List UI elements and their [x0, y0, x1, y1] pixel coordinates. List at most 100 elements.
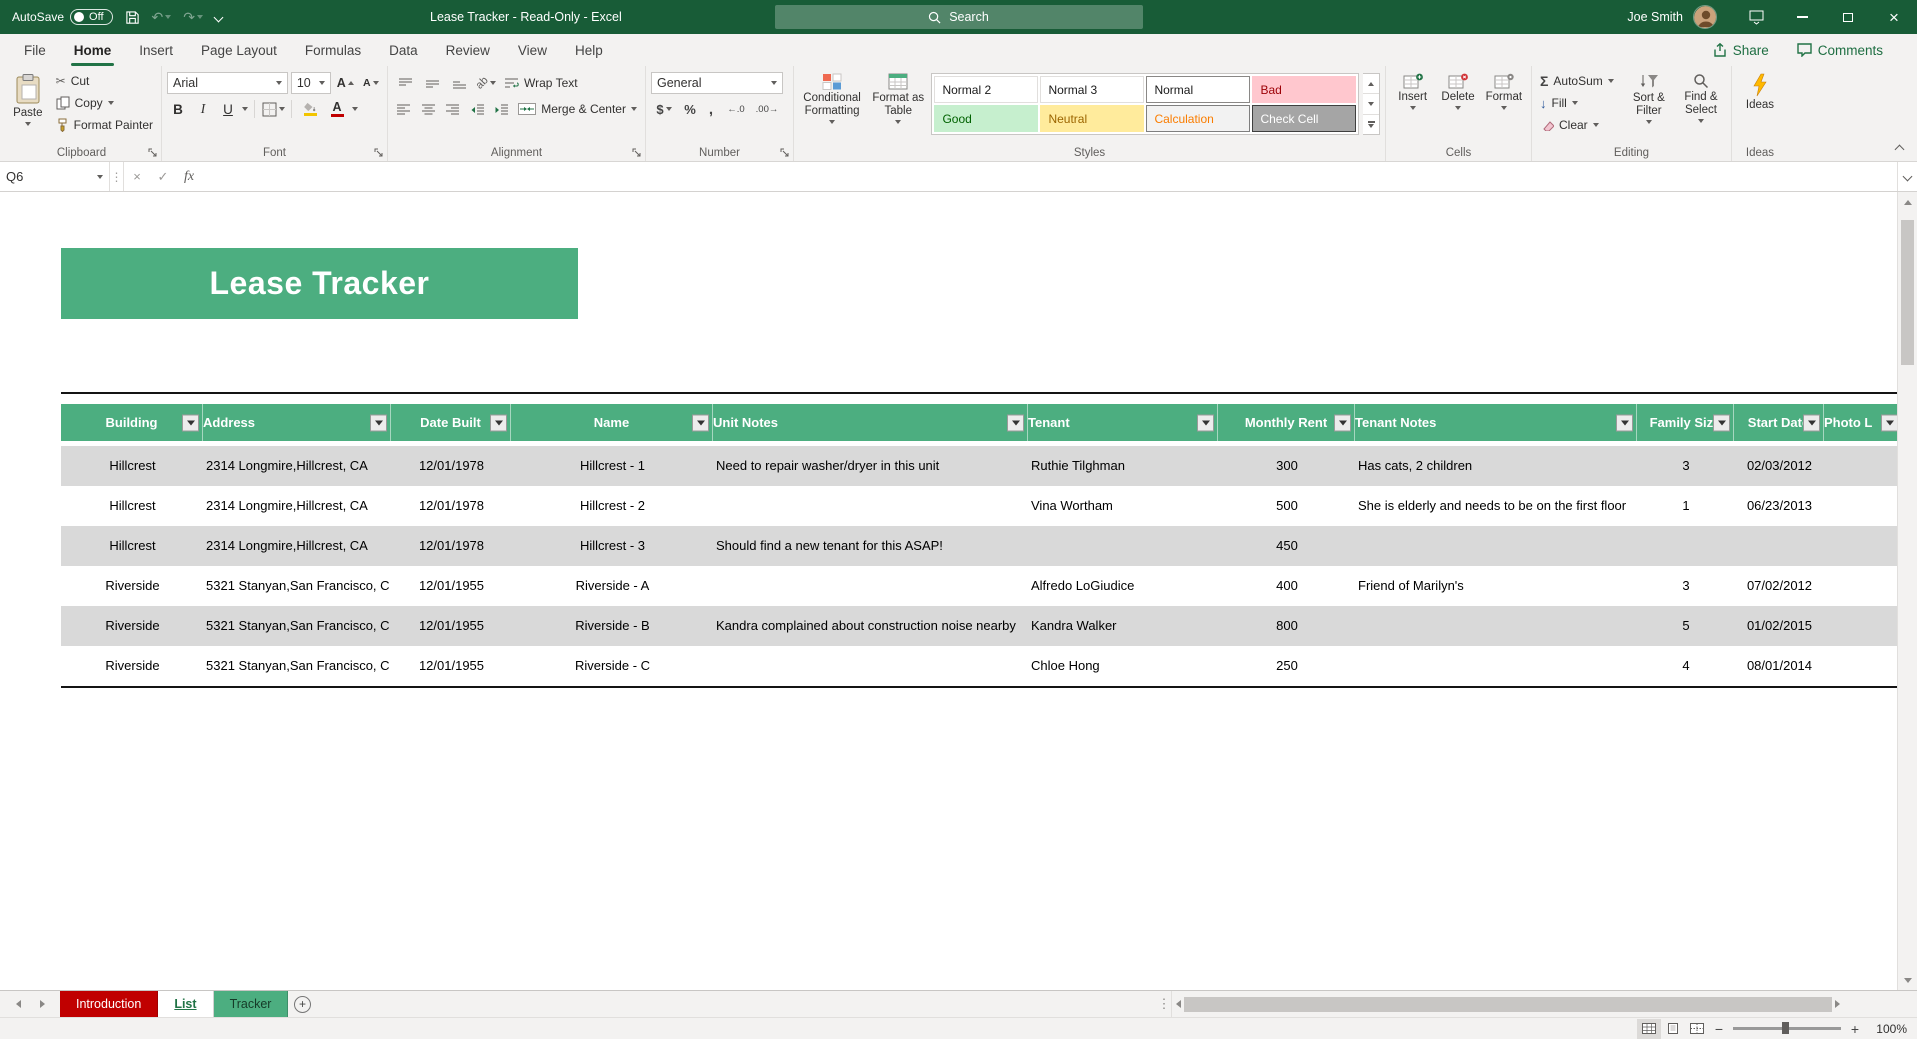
column-header-address[interactable]: Address	[203, 404, 391, 441]
conditional-formatting-button[interactable]: Conditional Formatting	[799, 70, 865, 125]
cell[interactable]: Alfredo LoGiudice	[1028, 566, 1218, 606]
copy-button[interactable]: Copy	[53, 92, 156, 114]
ideas-button[interactable]: Ideas	[1737, 70, 1783, 112]
cell[interactable]: Vina Wortham	[1028, 486, 1218, 526]
cell[interactable]: 01/02/2015	[1734, 606, 1824, 646]
font-dialog-launcher[interactable]	[372, 146, 385, 159]
number-dialog-launcher[interactable]	[778, 146, 791, 159]
sheet-nav-right-button[interactable]	[30, 991, 54, 1017]
align-right-button[interactable]	[442, 98, 463, 120]
filter-button-start-date[interactable]	[1803, 414, 1820, 431]
column-header-date-built[interactable]: Date Built	[391, 404, 511, 441]
filter-button-name[interactable]	[692, 414, 709, 431]
cell[interactable]: Friend of Marilyn's	[1355, 566, 1637, 606]
normal-view-button[interactable]	[1637, 1018, 1661, 1039]
cell[interactable]: Hillcrest	[61, 526, 203, 566]
bold-button[interactable]: B	[167, 98, 189, 120]
cell[interactable]: 12/01/1978	[391, 526, 511, 566]
cell[interactable]: Kandra complained about construction noi…	[713, 606, 1028, 646]
increase-indent-button[interactable]	[491, 98, 512, 120]
filter-button-unit-notes[interactable]	[1007, 414, 1024, 431]
gallery-scroll-up-button[interactable]	[1363, 74, 1379, 95]
underline-dropdown-arrow[interactable]	[242, 107, 248, 111]
column-header-name[interactable]: Name	[511, 404, 713, 441]
cell[interactable]	[1734, 526, 1824, 566]
cell-style-normal-3[interactable]: Normal 3	[1040, 76, 1145, 103]
align-center-button[interactable]	[417, 98, 438, 120]
cell[interactable]: Hillcrest - 2	[511, 486, 713, 526]
ribbon-tab-file[interactable]: File	[10, 35, 60, 66]
cell[interactable]: She is elderly and needs to be on the fi…	[1355, 486, 1637, 526]
cell[interactable]	[1824, 566, 1897, 606]
column-header-tenant-notes[interactable]: Tenant Notes	[1355, 404, 1637, 441]
gallery-more-button[interactable]	[1363, 115, 1379, 134]
cell[interactable]	[1824, 646, 1897, 686]
column-header-tenant[interactable]: Tenant	[1028, 404, 1218, 441]
cell[interactable]: 2314 Longmire,Hillcrest, CA	[203, 446, 391, 486]
spreadsheet-area[interactable]: Lease Tracker Building Address Date Built N…	[0, 192, 1917, 990]
cell[interactable]: 250	[1218, 646, 1355, 686]
zoom-slider[interactable]	[1733, 1022, 1841, 1035]
insert-cells-button[interactable]: Insert	[1391, 70, 1434, 111]
cell[interactable]: Hillcrest - 1	[511, 446, 713, 486]
cell-style-bad[interactable]: Bad	[1252, 76, 1357, 103]
cell[interactable]	[1355, 646, 1637, 686]
formula-bar-expand-button[interactable]	[1897, 162, 1917, 191]
column-header-family-size[interactable]: Family Size	[1637, 404, 1734, 441]
cell[interactable]: 08/01/2014	[1734, 646, 1824, 686]
font-color-button[interactable]: A	[325, 98, 349, 120]
ribbon-tab-help[interactable]: Help	[561, 35, 617, 66]
sort-filter-button[interactable]: Sort & Filter	[1624, 70, 1674, 125]
accounting-format-button[interactable]: $	[651, 98, 677, 120]
cell[interactable]: 3	[1637, 446, 1734, 486]
middle-align-button[interactable]	[420, 72, 444, 94]
filter-button-building[interactable]	[182, 414, 199, 431]
cell[interactable]	[1637, 526, 1734, 566]
cell[interactable]: 300	[1218, 446, 1355, 486]
italic-button[interactable]: I	[192, 98, 214, 120]
page-break-view-button[interactable]	[1685, 1019, 1709, 1039]
align-left-button[interactable]	[393, 98, 414, 120]
tab-scroll-splitter[interactable]: ⋮	[1157, 991, 1171, 1017]
format-painter-button[interactable]: Format Painter	[53, 114, 156, 136]
cell[interactable]: 500	[1218, 486, 1355, 526]
delete-cells-button[interactable]: Delete	[1436, 70, 1479, 111]
wrap-text-button[interactable]: Wrap Text	[501, 72, 581, 94]
cell[interactable]: Kandra Walker	[1028, 606, 1218, 646]
decrease-decimal-button[interactable]: .00→	[753, 98, 781, 120]
paste-button[interactable]: Paste	[7, 70, 49, 127]
cell[interactable]: 1	[1637, 486, 1734, 526]
cell[interactable]: 07/02/2012	[1734, 566, 1824, 606]
save-button[interactable]	[125, 10, 140, 25]
merge-center-button[interactable]: Merge & Center	[515, 98, 640, 120]
format-as-table-button[interactable]: Format as Table	[869, 70, 927, 125]
ribbon-tab-review[interactable]: Review	[432, 35, 504, 66]
horizontal-scroll-thumb[interactable]	[1184, 996, 1832, 1012]
increase-font-size-button[interactable]: A	[334, 72, 357, 94]
format-cells-button[interactable]: Format	[1482, 70, 1526, 111]
clear-button[interactable]: Clear	[1537, 114, 1622, 136]
increase-decimal-button[interactable]: ←.0	[722, 98, 750, 120]
cell-style-normal[interactable]: Normal	[1146, 76, 1251, 103]
ribbon-tab-insert[interactable]: Insert	[125, 35, 187, 66]
column-header-unit-notes[interactable]: Unit Notes	[713, 404, 1028, 441]
ribbon-tab-page-layout[interactable]: Page Layout	[187, 35, 291, 66]
cell[interactable]: 12/01/1955	[391, 606, 511, 646]
percent-style-button[interactable]: %	[680, 98, 700, 120]
filter-button-monthly-rent[interactable]	[1334, 414, 1351, 431]
zoom-slider-thumb[interactable]	[1782, 1022, 1789, 1035]
font-name-combo[interactable]: Arial	[167, 72, 288, 94]
cell[interactable]	[1824, 526, 1897, 566]
filter-button-date-built[interactable]	[490, 414, 507, 431]
ribbon-tab-formulas[interactable]: Formulas	[291, 35, 375, 66]
filter-button-tenant-notes[interactable]	[1616, 414, 1633, 431]
close-button[interactable]: ×	[1871, 0, 1917, 34]
cell[interactable]	[1824, 606, 1897, 646]
insert-function-button[interactable]: fx	[176, 162, 202, 191]
cell[interactable]	[1355, 526, 1637, 566]
column-header-start-date[interactable]: Start Date	[1734, 404, 1824, 441]
autosave-toggle[interactable]: AutoSave Off	[12, 9, 113, 25]
customize-qat-button[interactable]	[213, 12, 224, 22]
filter-button-family-size[interactable]	[1713, 414, 1730, 431]
cell-style-normal-2[interactable]: Normal 2	[934, 76, 1039, 103]
